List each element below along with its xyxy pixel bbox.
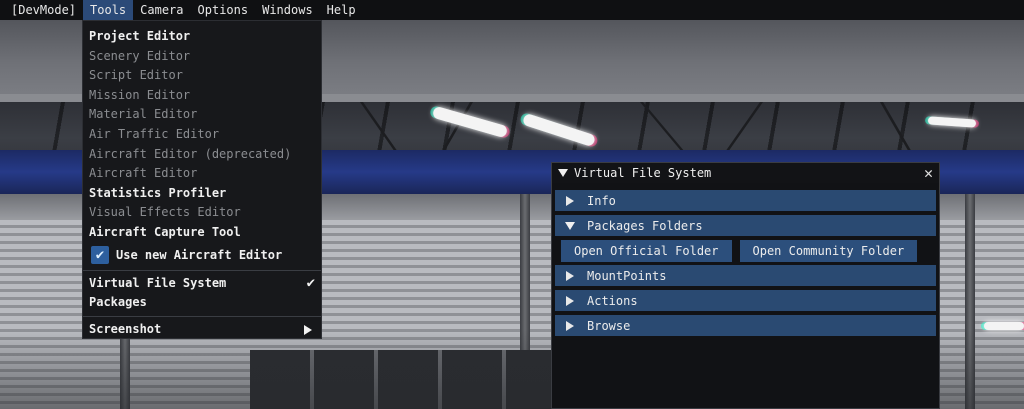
expand-icon bbox=[566, 320, 574, 331]
section-mountpoints-label: MountPoints bbox=[587, 268, 667, 283]
chevron-right-icon bbox=[304, 324, 312, 335]
menu-item-mission-editor: Mission Editor bbox=[89, 87, 191, 102]
menu-item-aircraft-capture-tool[interactable]: Aircraft Capture Tool bbox=[83, 223, 321, 243]
menu-bar: [DevMode] Tools Camera Options Windows H… bbox=[0, 0, 1024, 20]
menu-item-screenshot[interactable]: Screenshot bbox=[83, 320, 321, 340]
menu-item-project-editor[interactable]: Project Editor bbox=[83, 27, 321, 47]
open-official-folder-button[interactable]: Open Official Folder bbox=[561, 239, 732, 262]
menu-separator bbox=[83, 315, 321, 317]
section-actions-label: Actions bbox=[587, 293, 638, 308]
virtual-file-system-window: Virtual File System ✕ Info Packages Fold… bbox=[551, 162, 940, 409]
menu-windows[interactable]: Windows bbox=[255, 0, 320, 20]
virtual-file-system-label: Virtual File System bbox=[89, 275, 227, 290]
section-actions[interactable]: Actions bbox=[555, 290, 936, 311]
menu-item-virtual-file-system[interactable]: Virtual File System ✔ bbox=[83, 274, 321, 294]
menu-item-visual-effects-editor: Visual Effects Editor bbox=[89, 205, 241, 220]
tools-dropdown-menu: Project Editor Scenery Editor Script Edi… bbox=[82, 20, 322, 339]
section-browse-label: Browse bbox=[587, 318, 631, 333]
menu-item-material-editor: Material Editor bbox=[89, 107, 198, 122]
open-community-folder-button[interactable]: Open Community Folder bbox=[739, 239, 918, 262]
window-title-bar[interactable]: Virtual File System ✕ bbox=[552, 163, 939, 183]
collapse-icon bbox=[565, 221, 575, 230]
menu-item-use-new-aircraft-editor[interactable]: ✔ Use new Aircraft Editor bbox=[83, 243, 321, 267]
expand-icon bbox=[566, 270, 574, 281]
menu-item-air-traffic-editor: Air Traffic Editor bbox=[89, 126, 220, 141]
wall-light bbox=[984, 322, 1024, 330]
close-icon[interactable]: ✕ bbox=[924, 164, 933, 182]
section-browse[interactable]: Browse bbox=[555, 315, 936, 336]
screenshot-label: Screenshot bbox=[89, 321, 162, 336]
section-packages-folders-label: Packages Folders bbox=[587, 218, 703, 233]
menu-item-aircraft-editor-deprecated: Aircraft Editor (deprecated) bbox=[89, 146, 292, 161]
menu-item-script-editor: Script Editor bbox=[89, 68, 183, 83]
menu-item-scenery-editor: Scenery Editor bbox=[89, 48, 191, 63]
section-packages-folders[interactable]: Packages Folders bbox=[555, 215, 936, 236]
menu-devmode[interactable]: [DevMode] bbox=[4, 0, 83, 20]
section-mountpoints[interactable]: MountPoints bbox=[555, 265, 936, 286]
check-icon: ✔ bbox=[306, 274, 315, 291]
menu-item-aircraft-editor: Aircraft Editor bbox=[89, 166, 198, 181]
collapse-window-icon[interactable] bbox=[558, 169, 568, 177]
section-info-label: Info bbox=[587, 193, 616, 208]
menu-camera[interactable]: Camera bbox=[133, 0, 190, 20]
expand-icon bbox=[566, 295, 574, 306]
menu-help[interactable]: Help bbox=[320, 0, 363, 20]
use-new-aircraft-editor-label: Use new Aircraft Editor bbox=[116, 247, 283, 262]
menu-options[interactable]: Options bbox=[191, 0, 256, 20]
menu-item-packages[interactable]: Packages bbox=[83, 293, 321, 313]
packages-folder-buttons: Open Official Folder Open Community Fold… bbox=[552, 238, 939, 263]
window-title: Virtual File System bbox=[574, 166, 712, 180]
checkbox-checked-icon[interactable]: ✔ bbox=[91, 245, 109, 264]
section-info[interactable]: Info bbox=[555, 190, 936, 211]
menu-item-statistics-profiler[interactable]: Statistics Profiler bbox=[83, 184, 321, 204]
menu-separator bbox=[83, 269, 321, 271]
menu-tools[interactable]: Tools bbox=[83, 0, 134, 20]
expand-icon bbox=[566, 195, 574, 206]
